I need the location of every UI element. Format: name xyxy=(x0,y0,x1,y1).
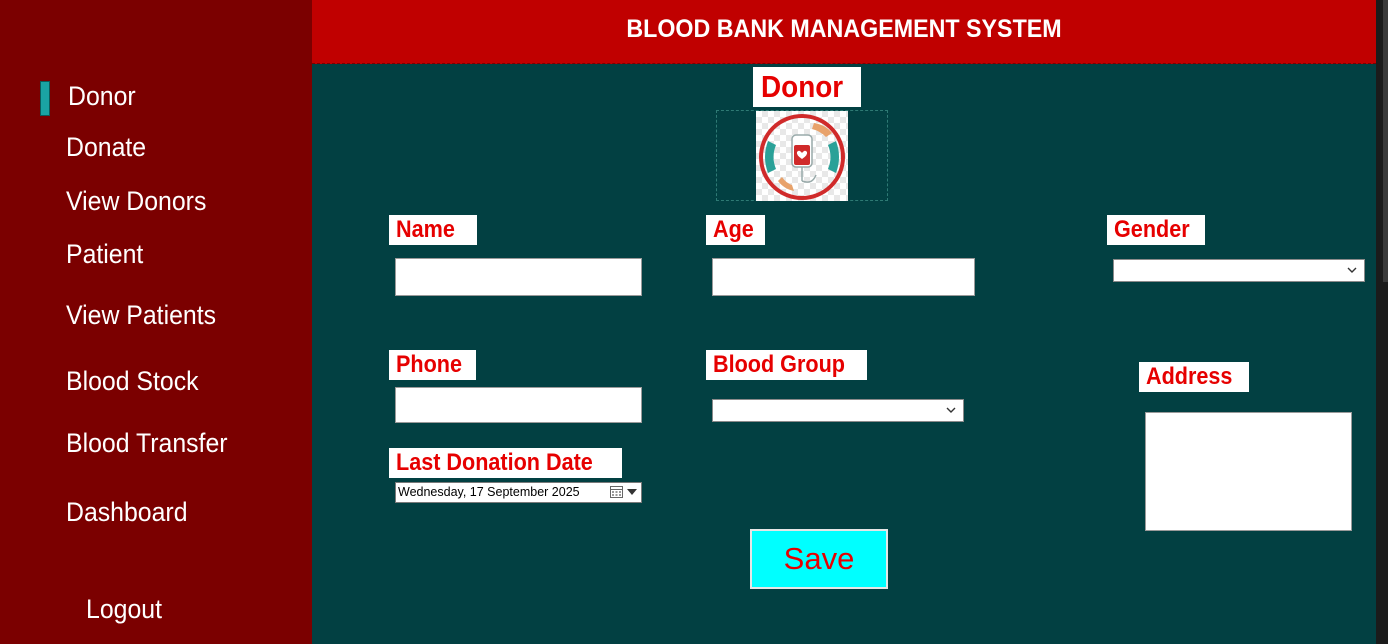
save-button[interactable]: Save xyxy=(750,529,888,589)
app-title: BLOOD BANK MANAGEMENT SYSTEM xyxy=(626,15,1062,43)
chevron-down-icon xyxy=(1347,267,1357,273)
form-title: Donor xyxy=(753,67,862,107)
date-dropdown-arrow-icon[interactable] xyxy=(627,489,637,495)
sidebar-item-blood-stock[interactable]: Blood Stock xyxy=(66,366,199,397)
scrollbar-thumb[interactable] xyxy=(1383,0,1388,282)
blood-group-label: Blood Group xyxy=(706,350,867,380)
name-label: Name xyxy=(389,215,478,245)
sidebar: Donor Donate View Donors Patient View Pa… xyxy=(0,0,312,644)
sidebar-item-view-donors[interactable]: View Donors xyxy=(66,186,206,217)
blood-donation-logo-icon xyxy=(756,111,848,201)
blood-group-select[interactable] xyxy=(712,399,964,422)
date-value: Wednesday, 17 September 2025 xyxy=(398,485,580,499)
name-input[interactable] xyxy=(395,258,642,296)
address-textarea[interactable] xyxy=(1145,412,1352,531)
sidebar-item-view-patients[interactable]: View Patients xyxy=(66,300,216,331)
phone-input[interactable] xyxy=(395,387,642,423)
sidebar-item-patient[interactable]: Patient xyxy=(66,239,143,270)
sidebar-item-donor[interactable]: Donor xyxy=(68,81,136,112)
app-header: BLOOD BANK MANAGEMENT SYSTEM xyxy=(312,0,1376,64)
gender-select[interactable] xyxy=(1113,259,1365,282)
calendar-icon xyxy=(610,486,623,498)
logout-button[interactable]: Logout xyxy=(86,594,162,625)
sidebar-item-blood-transfer[interactable]: Blood Transfer xyxy=(66,428,228,459)
age-label: Age xyxy=(706,215,766,245)
phone-label: Phone xyxy=(389,350,477,380)
sidebar-item-donate[interactable]: Donate xyxy=(66,132,146,163)
address-label: Address xyxy=(1139,362,1250,392)
sidebar-item-dashboard[interactable]: Dashboard xyxy=(66,497,188,528)
last-donation-date-label: Last Donation Date xyxy=(389,448,622,478)
age-input[interactable] xyxy=(712,258,975,296)
gender-label: Gender xyxy=(1107,215,1206,245)
chevron-down-icon xyxy=(946,407,956,413)
last-donation-date-picker[interactable]: Wednesday, 17 September 2025 xyxy=(395,482,642,503)
active-nav-indicator xyxy=(40,81,50,116)
